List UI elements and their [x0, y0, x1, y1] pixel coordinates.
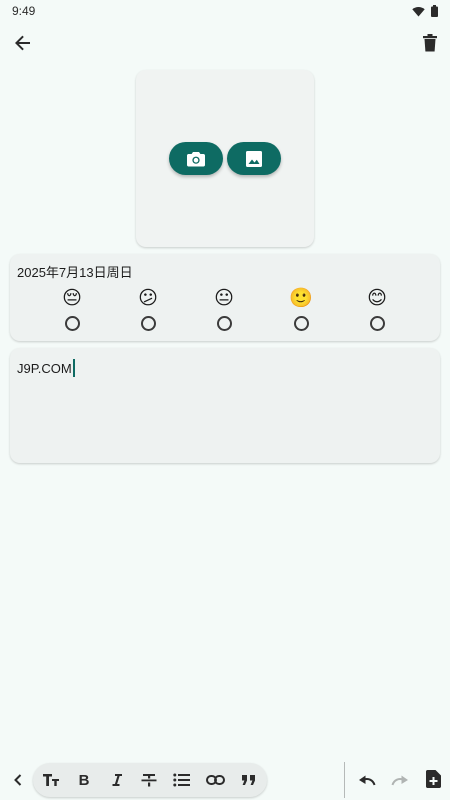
mood-emoji: 😔 [62, 288, 82, 309]
note-text-area[interactable]: J9P.COM [17, 359, 75, 377]
undo-button[interactable] [351, 764, 383, 796]
mood-radio-very-sad[interactable] [64, 316, 80, 331]
bold-icon: B [78, 771, 90, 789]
bullet-list-button[interactable] [166, 763, 196, 797]
status-time: 9:49 [12, 4, 36, 18]
delete-button[interactable] [414, 27, 446, 59]
italic-button[interactable] [102, 763, 132, 797]
mood-option-sad: 😕 [132, 287, 164, 331]
note-content: J9P.COM [17, 360, 72, 376]
trash-icon [423, 34, 437, 52]
wifi-icon [412, 6, 425, 16]
camera-icon [187, 151, 205, 166]
text-size-icon [43, 774, 59, 786]
italic-icon [112, 774, 122, 786]
entry-date: 2025年7月13日周日 [17, 265, 133, 280]
format-options-group: B [33, 763, 267, 797]
undo-icon [359, 775, 376, 786]
formatting-toolbar: B [0, 760, 450, 800]
mood-emoji: 😕 [138, 288, 158, 309]
arrow-left-icon [15, 35, 30, 51]
link-icon [205, 775, 225, 785]
mood-radio-happy[interactable] [293, 316, 309, 331]
collapse-toolbar-button[interactable] [2, 764, 34, 796]
mood-card: 2025年7月13日周日 😔 😕 😐 🙂 😊 [10, 254, 440, 341]
strikethrough-icon [141, 774, 157, 787]
text-size-button[interactable] [36, 763, 66, 797]
image-icon [246, 150, 262, 167]
bold-button[interactable]: B [69, 763, 99, 797]
mood-emoji: 😐 [214, 288, 234, 309]
mood-radio-neutral[interactable] [216, 316, 232, 331]
link-button[interactable] [200, 763, 230, 797]
mood-option-happy: 🙂 [285, 287, 317, 331]
toolbar-divider [344, 762, 345, 798]
quote-button[interactable] [233, 763, 263, 797]
strikethrough-button[interactable] [134, 763, 164, 797]
add-note-icon [425, 770, 441, 788]
battery-icon [431, 5, 438, 17]
redo-icon [391, 775, 408, 786]
mood-emoji: 🙂 [289, 288, 313, 309]
chevron-left-icon [14, 774, 22, 786]
note-editor[interactable]: J9P.COM [10, 348, 440, 463]
status-bar: 9:49 [0, 0, 450, 22]
mood-radio-very-happy[interactable] [369, 316, 385, 331]
back-button[interactable] [7, 27, 39, 59]
mood-option-very-happy: 😊 [361, 287, 393, 331]
camera-button[interactable] [169, 142, 223, 175]
quote-icon [241, 775, 255, 785]
mood-emoji: 😊 [367, 288, 387, 309]
bullet-list-icon [172, 773, 190, 787]
text-cursor [72, 359, 75, 377]
mood-option-neutral: 😐 [208, 287, 240, 331]
mood-radio-sad[interactable] [140, 316, 156, 331]
photo-placeholder-card [136, 70, 314, 247]
redo-button[interactable] [384, 764, 416, 796]
gallery-button[interactable] [227, 142, 281, 175]
app-bar [0, 26, 450, 62]
mood-option-very-sad: 😔 [56, 287, 88, 331]
add-note-button[interactable] [417, 763, 449, 795]
